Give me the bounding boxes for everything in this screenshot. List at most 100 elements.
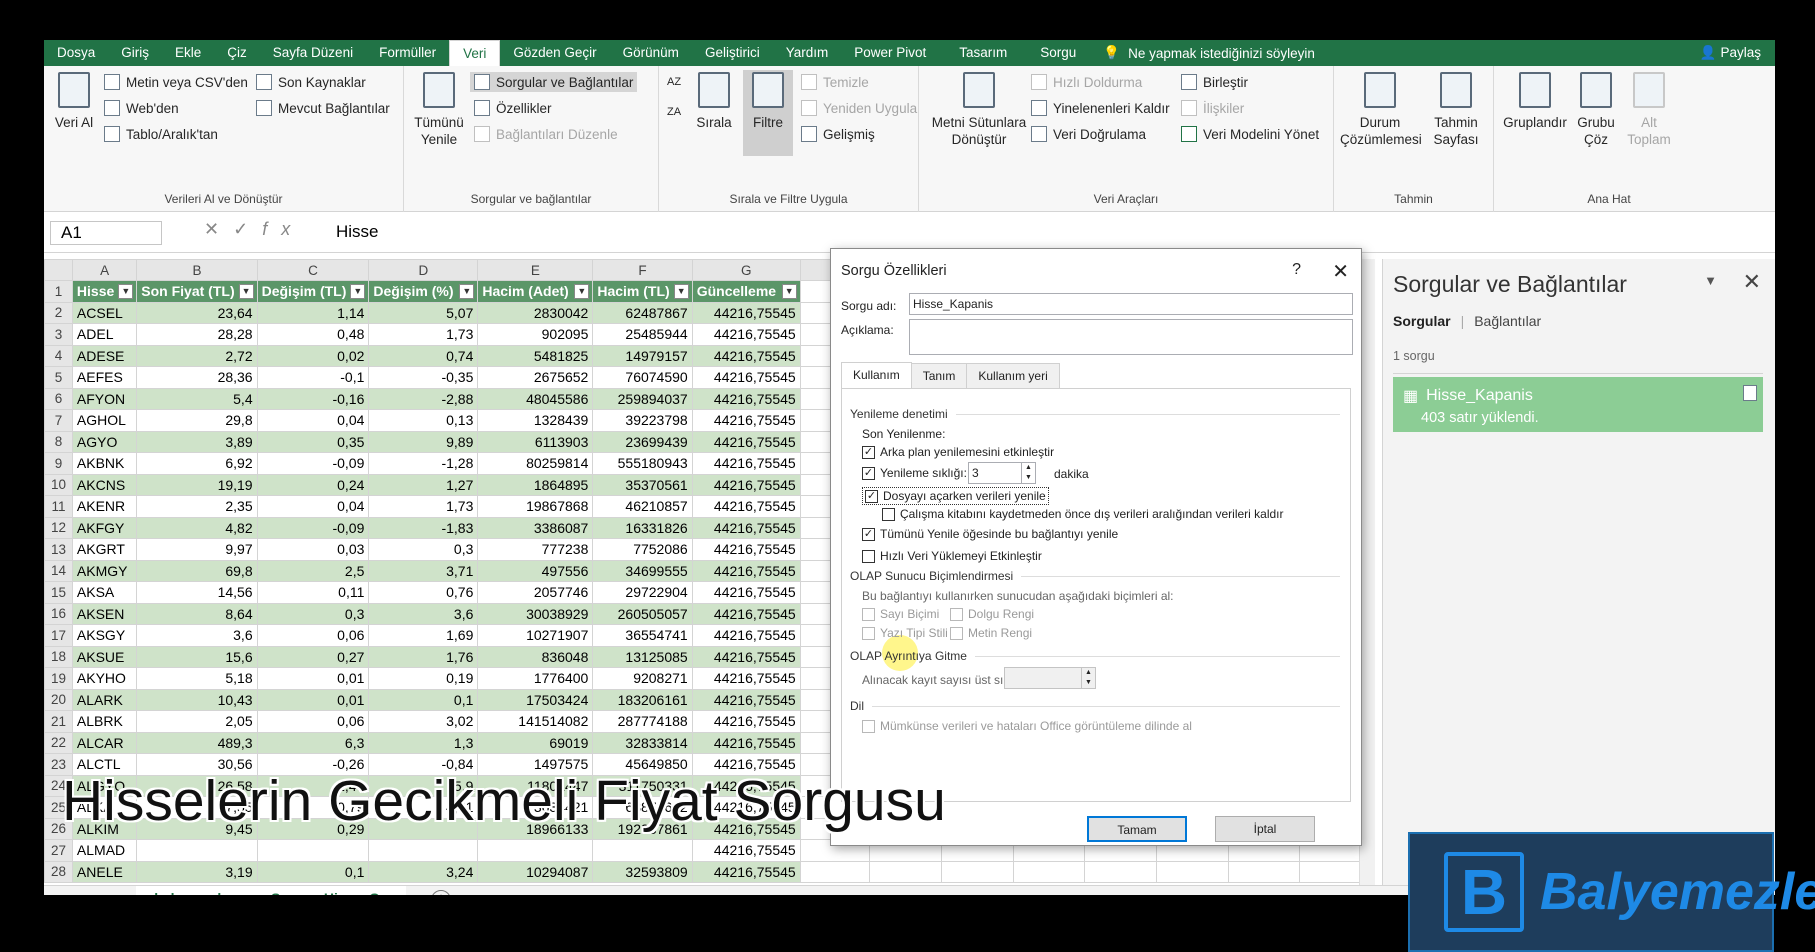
table-cell[interactable]: 0,03 [256,538,370,561]
table-cell[interactable]: ALCAR [71,731,138,754]
table-cell[interactable]: 10294087 [477,860,594,883]
table-cell[interactable]: ALMAD [71,839,138,862]
manage-data-model-button[interactable]: Veri Modelini Yönet [1181,126,1319,142]
row-number[interactable]: 21 [44,710,73,733]
row-number[interactable]: 14 [44,559,73,582]
table-cell[interactable]: 25485944 [592,323,693,346]
flash-fill-button[interactable]: Hızlı Doldurma [1031,74,1142,90]
filter-dropdown-icon[interactable]: ▼ [238,284,254,299]
row-number[interactable]: 9 [44,452,73,475]
table-cell[interactable]: AGHOL [71,409,138,432]
refresh-all-checkbox[interactable]: ✓ Tümünü Yenile öğesinde bu bağlantıyı ye… [862,527,1118,541]
table-cell[interactable]: 76074590 [592,366,693,389]
table-cell[interactable]: -0,09 [256,452,370,475]
table-cell[interactable]: 44216,75545 [691,710,801,733]
table-cell[interactable]: ALARK [71,688,138,711]
table-cell[interactable]: 0,04 [256,409,370,432]
table-cell[interactable]: 0,24 [256,473,370,496]
table-cell[interactable]: 0,1 [368,688,479,711]
table-cell[interactable]: 10271907 [477,624,594,647]
table-cell[interactable]: 0,74 [368,344,479,367]
filter-dropdown-icon[interactable]: ▼ [574,284,590,299]
table-cell[interactable]: 0,27 [256,645,370,668]
edit-links-button[interactable]: Bağlantıları Düzenle [474,126,618,142]
advanced-button[interactable]: Gelişmiş [801,126,875,142]
table-cell[interactable]: 13125085 [592,645,693,668]
tab-data[interactable]: Veri [449,40,501,66]
table-cell[interactable]: 6,3 [256,731,370,754]
empty-cell[interactable] [940,860,1014,883]
table-cell[interactable]: 1,69 [368,624,479,647]
queries-connections-button[interactable]: Sorgular ve Bağlantılar [470,72,638,92]
table-cell[interactable]: 44216,75545 [691,581,801,604]
column-header[interactable]: C [256,259,370,281]
tab-query[interactable]: Sorgu [1020,40,1089,66]
table-cell[interactable]: 19867868 [477,495,594,518]
row-number[interactable]: 16 [44,602,73,625]
row-number[interactable]: 20 [44,688,73,711]
table-header-cell[interactable]: Değişim (TL) ▼ [256,280,370,303]
filter-dropdown-icon[interactable]: ▼ [781,284,797,299]
table-cell[interactable]: 16331826 [592,516,693,539]
table-cell[interactable]: 3,6 [136,624,258,647]
table-cell[interactable]: 1,14 [256,301,370,324]
column-header[interactable]: A [71,259,138,281]
pane-close-icon[interactable]: ✕ [1743,269,1761,295]
table-cell[interactable]: 2675652 [477,366,594,389]
group-button[interactable]: Gruplandır [1498,72,1572,131]
table-cell[interactable]: 5,4 [136,387,258,410]
table-cell[interactable]: 3,6 [368,602,479,625]
table-cell[interactable]: AEFES [71,366,138,389]
text-to-columns-button[interactable]: Metni Sütunlara Dönüştür [929,72,1029,148]
table-cell[interactable]: 44216,75545 [691,430,801,453]
table-cell[interactable]: 1,76 [368,645,479,668]
table-cell[interactable]: 2057746 [477,581,594,604]
tab-power-pivot[interactable]: Power Pivot [841,40,939,66]
table-cell[interactable]: -0,09 [256,516,370,539]
sheet-nav-arrows[interactable]: ◀ ▶ [68,892,88,895]
remove-data-checkbox[interactable]: Çalışma kitabını kaydetmeden önce dış ve… [882,507,1284,521]
table-cell[interactable]: 44216,75545 [691,516,801,539]
table-cell[interactable]: 260505057 [592,602,693,625]
table-cell[interactable]: 777238 [477,538,594,561]
table-cell[interactable]: 9,89 [368,430,479,453]
table-cell[interactable]: 0,01 [256,688,370,711]
row-number[interactable]: 6 [44,387,73,410]
table-cell[interactable]: AKCNS [71,473,138,496]
table-cell[interactable]: ADEL [71,323,138,346]
table-cell[interactable]: -1,83 [368,516,479,539]
pane-tab-connections[interactable]: Bağlantılar [1474,313,1541,329]
table-cell[interactable]: AKENR [71,495,138,518]
table-cell[interactable]: -0,1 [256,366,370,389]
table-cell[interactable]: 0,11 [256,581,370,604]
table-cell[interactable]: -0,16 [256,387,370,410]
refresh-every-checkbox[interactable]: ✓ Yenileme sıklığı: [862,466,967,480]
table-cell[interactable]: 497556 [477,559,594,582]
sort-ascending-icon[interactable]: AZ [667,76,681,88]
table-cell[interactable]: 44216,75545 [691,495,801,518]
fast-load-checkbox[interactable]: Hızlı Veri Yüklemeyi Etkinleştir [862,549,1042,563]
table-cell[interactable]: ANELE [71,860,138,883]
table-cell[interactable]: 44216,75545 [691,860,801,883]
row-number[interactable]: 3 [44,323,73,346]
tab-usage[interactable]: Kullanım [841,362,912,389]
tab-home[interactable]: Giriş [108,40,162,66]
table-cell[interactable]: 23699439 [592,430,693,453]
row-number[interactable]: 12 [44,516,73,539]
stepper-arrows-icon[interactable]: ▲ ▼ [1021,463,1035,483]
tab-formulas[interactable]: Formüller [366,40,449,66]
table-cell[interactable]: 44216,75545 [691,473,801,496]
table-cell[interactable]: 28,28 [136,323,258,346]
cancel-button[interactable]: İptal [1215,816,1315,842]
empty-cell[interactable] [1084,860,1157,883]
tab-help[interactable]: Yardım [773,40,842,66]
table-cell[interactable]: 48045586 [477,387,594,410]
tell-me-box[interactable]: 💡 Ne yapmak istediğinizi söyleyin [1103,45,1315,61]
help-icon[interactable]: ? [1292,261,1301,279]
table-cell[interactable]: 3,89 [136,430,258,453]
table-cell[interactable]: AKFGY [71,516,138,539]
table-cell[interactable]: 62487867 [592,301,693,324]
row-number[interactable]: 13 [44,538,73,561]
table-cell[interactable]: 8,64 [136,602,258,625]
cancel-icon[interactable]: ✕ [204,219,233,239]
